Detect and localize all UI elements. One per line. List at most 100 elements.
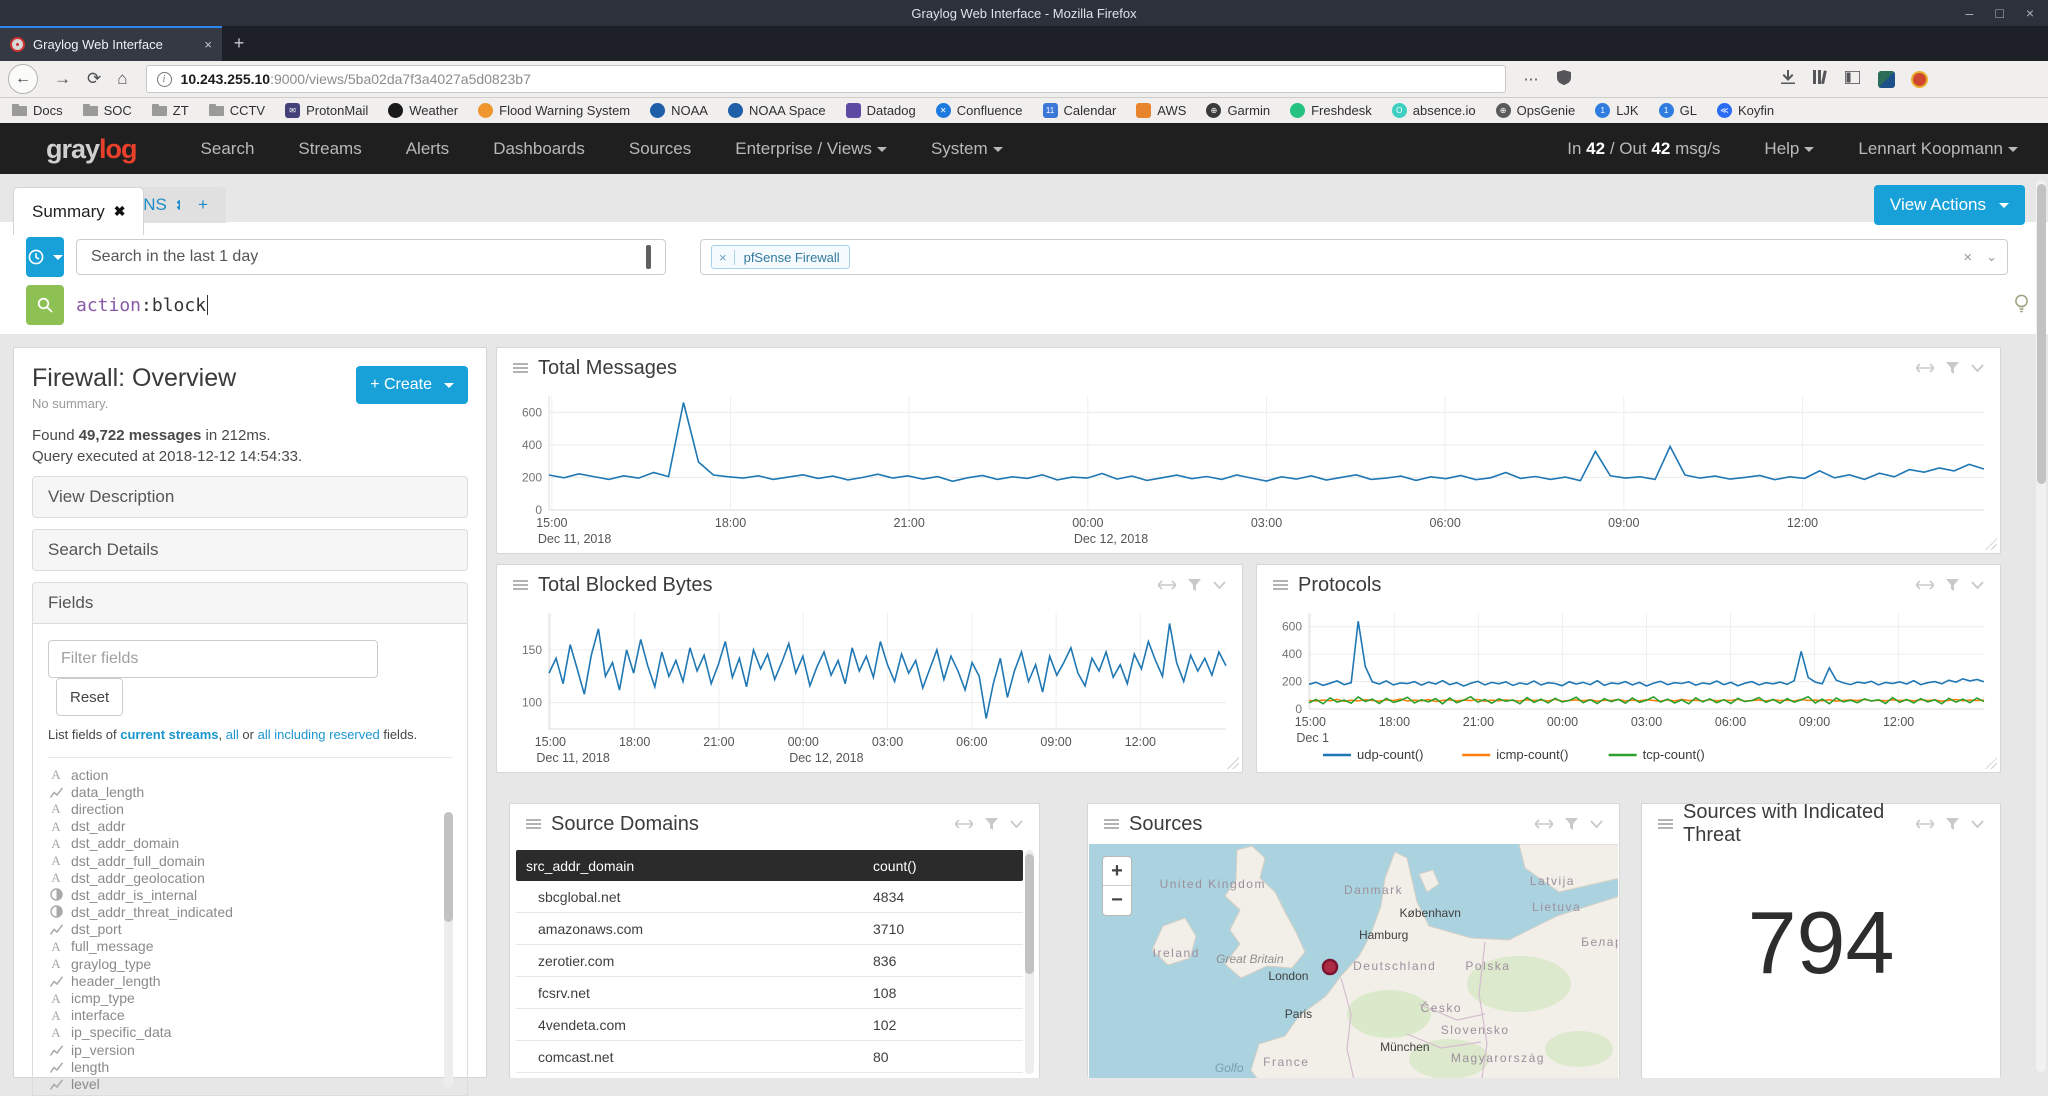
site-info-icon[interactable]: i — [157, 72, 172, 87]
new-tab-button[interactable]: + — [222, 26, 256, 61]
bookmark-item[interactable]: SOC — [83, 103, 132, 118]
table-row[interactable]: zerotier.com 836 — [516, 945, 1023, 977]
bookmark-item[interactable]: Weather — [388, 103, 458, 118]
field-list-item[interactable]: A message — [48, 1093, 452, 1096]
filter-icon[interactable] — [985, 818, 998, 830]
sidebars-icon[interactable] — [1845, 71, 1860, 88]
bookmark-item[interactable]: Datadog — [846, 103, 916, 118]
profile-avatar[interactable] — [1911, 71, 1928, 88]
graylog-logo[interactable]: graylog — [46, 134, 137, 165]
all-fields-link[interactable]: all — [226, 727, 239, 742]
back-button[interactable]: ← — [8, 64, 38, 94]
field-list-item[interactable]: A ip_specific_data — [48, 1024, 452, 1041]
timerange-type-button[interactable] — [26, 237, 64, 277]
close-icon[interactable]: × — [2026, 5, 2034, 21]
chevron-down-icon[interactable] — [1971, 364, 1984, 372]
field-list-item[interactable]: A header_length — [48, 972, 452, 989]
section-search-details[interactable]: Search Details — [32, 529, 468, 571]
chevron-down-icon[interactable] — [1971, 581, 1984, 589]
bookmark-item[interactable]: ⊕ OpsGenie — [1496, 103, 1576, 118]
bookmark-item[interactable]: 1 LJK — [1595, 103, 1638, 118]
drag-handle-icon[interactable] — [1273, 578, 1288, 592]
table-row[interactable]: amazonaws.com 3710 — [516, 913, 1023, 945]
close-tab-icon[interactable]: ✖ — [114, 203, 126, 220]
tab-close-icon[interactable]: × — [204, 37, 212, 52]
field-list-item[interactable]: A ip_version — [48, 1041, 452, 1058]
home-button[interactable]: ⌂ — [117, 69, 127, 89]
resize-handle[interactable] — [1985, 757, 1997, 769]
drag-handle-icon[interactable] — [1104, 817, 1119, 831]
maximize-icon[interactable]: □ — [1995, 5, 2003, 21]
filter-icon[interactable] — [1946, 362, 1959, 374]
nav-item-search[interactable]: Search — [201, 139, 255, 159]
page-actions-icon[interactable]: ⋯ — [1524, 70, 1539, 88]
bookmark-item[interactable]: NOAA Space — [728, 103, 826, 118]
chevron-down-icon[interactable] — [1213, 581, 1226, 589]
lightbulb-icon[interactable] — [2013, 294, 2030, 319]
resize-handle[interactable] — [1985, 538, 1997, 550]
resize-horizontal-icon[interactable] — [1916, 363, 1934, 373]
remove-stream-icon[interactable]: × — [712, 250, 735, 265]
table-scrollbar[interactable] — [1025, 850, 1034, 1074]
bookmark-item[interactable]: O absence.io — [1392, 103, 1476, 118]
reset-button[interactable]: Reset — [56, 678, 123, 716]
forward-button[interactable]: → — [54, 69, 71, 89]
shield-icon[interactable] — [1557, 70, 1571, 89]
field-list-item[interactable]: A dst_addr_is_internal — [48, 886, 452, 903]
filter-icon[interactable] — [1188, 579, 1201, 591]
field-list-item[interactable]: A graylog_type — [48, 955, 452, 972]
field-list-item[interactable]: A dst_addr — [48, 818, 452, 835]
resize-horizontal-icon[interactable] — [1916, 819, 1934, 829]
minimize-icon[interactable]: – — [1966, 5, 1974, 21]
nav-item-enterprise-views[interactable]: Enterprise / Views — [735, 139, 887, 159]
filter-fields-input[interactable] — [48, 640, 378, 678]
zoom-out-button[interactable]: − — [1103, 886, 1131, 915]
bookmark-item[interactable]: AWS — [1136, 103, 1186, 118]
sources-map[interactable]: United KingdomDanmarkKøbenhavnLatvijaLie… — [1089, 844, 1618, 1078]
field-list-item[interactable]: A data_length — [48, 783, 452, 800]
bookmark-item[interactable]: Freshdesk — [1290, 103, 1372, 118]
chevron-down-icon[interactable]: ⌄ — [1986, 249, 1997, 265]
table-row[interactable]: comcast.net 80 — [516, 1041, 1023, 1073]
nav-item-streams[interactable]: Streams — [298, 139, 361, 159]
downloads-icon[interactable] — [1781, 70, 1795, 88]
app-grid-icon[interactable] — [1878, 71, 1895, 88]
library-icon[interactable] — [1813, 70, 1827, 88]
zoom-in-button[interactable]: + — [1103, 857, 1131, 886]
field-list-item[interactable]: A dst_addr_geolocation — [48, 869, 452, 886]
bookmark-item[interactable]: 11 Calendar — [1043, 103, 1117, 118]
fields-scrollbar[interactable] — [444, 812, 453, 1088]
field-list-item[interactable]: A dst_addr_full_domain — [48, 852, 452, 869]
bookmark-item[interactable]: ✕ Confluence — [936, 103, 1023, 118]
filter-icon[interactable] — [1946, 818, 1959, 830]
field-list-item[interactable]: A full_message — [48, 938, 452, 955]
table-row[interactable]: fcsrv.net 108 — [516, 977, 1023, 1009]
nav-item-system[interactable]: System — [931, 139, 1003, 159]
drag-handle-icon[interactable] — [513, 361, 528, 375]
timerange-select[interactable]: Search in the last 1 day — [76, 239, 666, 275]
field-list-item[interactable]: A icmp_type — [48, 989, 452, 1006]
bookmark-item[interactable]: ≪ Koyfin — [1717, 103, 1774, 118]
stream-filter[interactable]: × pfSense Firewall × ⌄ — [700, 239, 2008, 275]
table-row[interactable]: 4vendeta.com 102 — [516, 1009, 1023, 1041]
filter-icon[interactable] — [1565, 818, 1578, 830]
resize-handle[interactable] — [1227, 757, 1239, 769]
add-query-tab-button[interactable]: + — [180, 187, 226, 223]
field-list-item[interactable]: A length — [48, 1058, 452, 1075]
search-button[interactable] — [26, 285, 64, 325]
column-domain[interactable]: src_addr_domain — [516, 858, 873, 874]
section-view-description[interactable]: View Description — [32, 476, 468, 518]
current-streams-link[interactable]: current streams — [120, 727, 218, 742]
drag-handle-icon[interactable] — [1658, 817, 1673, 831]
page-scrollbar[interactable] — [2036, 180, 2046, 1072]
column-count[interactable]: count() — [873, 858, 1023, 874]
bookmark-item[interactable]: ✉ ProtonMail — [285, 103, 368, 118]
field-list-item[interactable]: A dst_addr_domain — [48, 835, 452, 852]
user-menu[interactable]: Lennart Koopmann — [1858, 139, 2018, 159]
bookmark-item[interactable]: Docs — [12, 103, 63, 118]
field-list-item[interactable]: A action — [48, 766, 452, 783]
bookmark-item[interactable]: 1 GL — [1659, 103, 1697, 118]
table-row[interactable]: sbcglobal.net 4834 — [516, 881, 1023, 913]
view-actions-button[interactable]: View Actions — [1874, 185, 2025, 225]
filter-icon[interactable] — [1946, 579, 1959, 591]
